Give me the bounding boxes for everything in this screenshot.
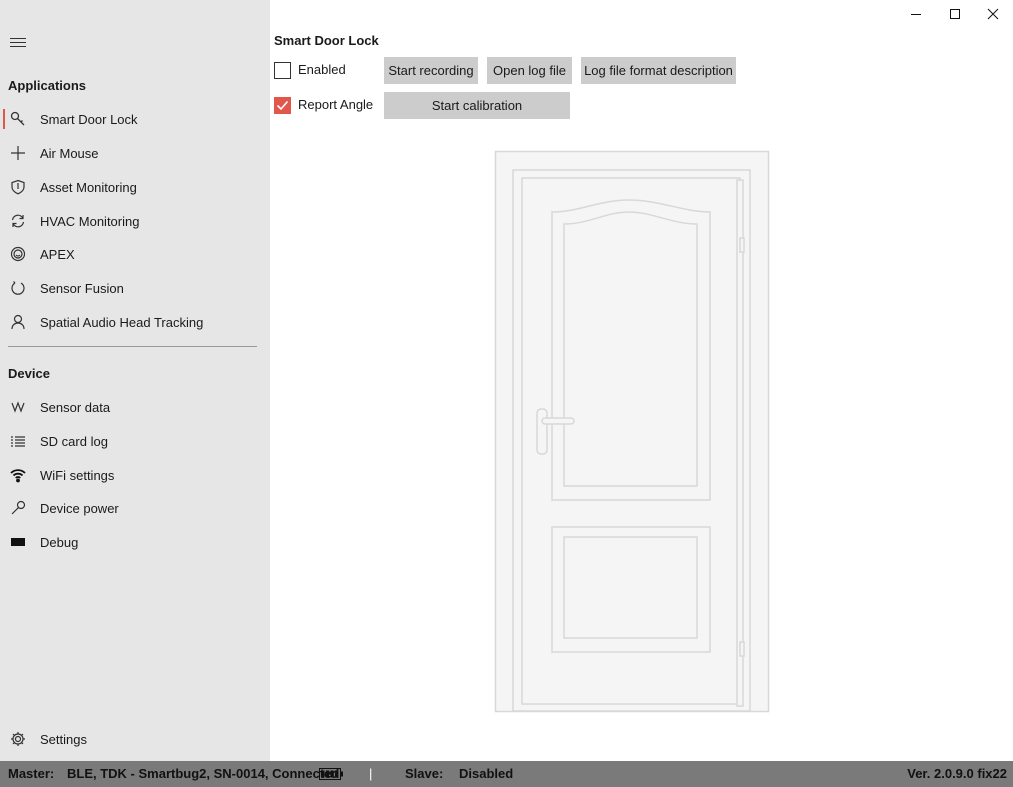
minimize-button[interactable]	[896, 0, 936, 28]
nav-label: Spatial Audio Head Tracking	[40, 314, 204, 330]
close-button[interactable]	[973, 0, 1013, 28]
nav-item-spatial-audio[interactable]: Spatial Audio Head Tracking	[0, 306, 270, 338]
status-separator: |	[369, 766, 373, 781]
nav-item-air-mouse[interactable]: Air Mouse	[0, 137, 270, 169]
smiley-icon	[9, 245, 27, 263]
checkmark-icon	[276, 100, 289, 111]
maximize-icon	[950, 9, 960, 19]
close-icon	[987, 8, 999, 20]
nav-item-sd-card-log[interactable]: SD card log	[0, 425, 270, 457]
waveform-icon	[9, 398, 27, 416]
device-heading: Device	[8, 366, 50, 381]
nav-label: Settings	[40, 731, 87, 747]
nav-label: Sensor data	[40, 399, 111, 415]
minimize-icon	[911, 14, 921, 15]
nav-label: Sensor Fusion	[40, 280, 124, 296]
start-calibration-button[interactable]: Start calibration	[384, 92, 570, 119]
applications-heading: Applications	[8, 78, 87, 93]
open-log-file-button[interactable]: Open log file	[487, 57, 572, 84]
maximize-button[interactable]	[935, 0, 975, 28]
nav-item-hvac-monitoring[interactable]: HVAC Monitoring	[0, 205, 270, 237]
nav-label: APEX	[40, 246, 75, 262]
nav-item-apex[interactable]: APEX	[0, 238, 270, 270]
nav-item-sensor-fusion[interactable]: Sensor Fusion	[0, 272, 270, 304]
nav-item-sensor-data[interactable]: Sensor data	[0, 391, 270, 423]
start-recording-button[interactable]: Start recording	[384, 57, 478, 84]
nav-item-debug[interactable]: Debug	[0, 526, 270, 558]
refresh-icon	[9, 212, 27, 230]
nav-label: WiFi settings	[40, 467, 115, 483]
nav-label: SD card log	[40, 433, 108, 449]
report-angle-label: Report Angle	[298, 97, 374, 112]
master-label: Master:	[8, 766, 55, 781]
nav-item-smart-door-lock[interactable]: Smart Door Lock	[0, 103, 270, 135]
door-illustration	[494, 150, 770, 713]
list-icon	[9, 432, 27, 450]
nav-label: Device power	[40, 500, 119, 516]
enabled-label: Enabled	[298, 62, 346, 77]
plus-icon	[9, 144, 27, 162]
shield-icon	[9, 178, 27, 196]
nav-label: Smart Door Lock	[40, 111, 138, 127]
nav-label: HVAC Monitoring	[40, 213, 140, 229]
nav-item-device-power[interactable]: Device power	[0, 492, 270, 524]
nav-label: Asset Monitoring	[40, 179, 137, 195]
nav-item-wifi-settings[interactable]: WiFi settings	[0, 459, 270, 491]
master-value: BLE, TDK - Smartbug2, SN-0014, Connected	[67, 766, 340, 781]
enabled-checkbox[interactable]	[274, 62, 291, 79]
nav-label: Debug	[40, 534, 79, 550]
key-icon	[9, 110, 27, 128]
page-title: Smart Door Lock	[274, 33, 379, 48]
log-format-button[interactable]: Log file format description	[581, 57, 736, 84]
sidebar: Applications Smart Door Lock Air Mouse A…	[0, 0, 270, 761]
nav-item-settings[interactable]: Settings	[0, 723, 270, 755]
gear-icon	[9, 730, 27, 748]
report-angle-checkbox[interactable]	[274, 97, 291, 114]
sidebar-divider	[8, 346, 257, 347]
wrench-icon	[9, 499, 27, 517]
hamburger-icon[interactable]	[10, 38, 26, 50]
nav-item-asset-monitoring[interactable]: Asset Monitoring	[0, 171, 270, 203]
power-icon	[9, 279, 27, 297]
slave-value: Disabled	[459, 766, 514, 781]
status-bar: Master: BLE, TDK - Smartbug2, SN-0014, C…	[0, 761, 1013, 787]
person-icon	[9, 313, 27, 331]
version-label: Ver. 2.0.9.0 fix22	[907, 766, 1007, 781]
active-indicator	[3, 109, 5, 129]
slave-label: Slave:	[405, 766, 444, 781]
wifi-icon	[9, 466, 27, 484]
terminal-icon	[9, 533, 27, 551]
battery-icon	[319, 768, 343, 780]
nav-label: Air Mouse	[40, 145, 99, 161]
